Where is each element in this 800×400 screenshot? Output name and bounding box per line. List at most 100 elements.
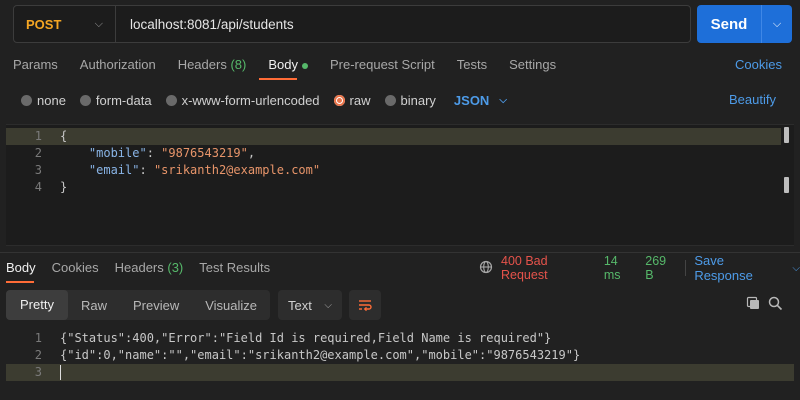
- tab-prerequest-script[interactable]: Pre-request Script: [330, 57, 435, 75]
- code-text: [60, 365, 61, 380]
- code-line: 2 "mobile": "9876543219",: [6, 145, 781, 162]
- scrollbar-thumb[interactable]: [784, 177, 789, 193]
- response-format-select[interactable]: Text ⌵: [278, 290, 342, 320]
- radio-binary-label: binary: [400, 92, 436, 108]
- beautify-link[interactable]: Beautify: [729, 92, 776, 107]
- line-number: 2: [34, 146, 42, 160]
- response-tabs: Body Cookies Headers (3) Test Results: [6, 260, 270, 278]
- code-text: "mobile": "9876543219",: [88, 146, 256, 160]
- json-value: "srikanth2@example.com": [153, 163, 321, 177]
- wrap-icon: [359, 300, 372, 312]
- tab-params[interactable]: Params: [13, 57, 58, 75]
- divider: [685, 260, 687, 276]
- radio-urlencoded[interactable]: x-www-form-urlencoded: [165, 92, 320, 108]
- code-line: 1 {"Status":400,"Error":"Field Id is req…: [6, 330, 781, 347]
- tab-response-headers[interactable]: Headers (3): [115, 260, 184, 278]
- active-tab-indicator: [6, 281, 34, 283]
- tab-response-body[interactable]: Body: [6, 260, 36, 278]
- response-size[interactable]: 269 B: [645, 254, 677, 282]
- json-key: "email": [88, 163, 140, 177]
- radio-circle-icon: [384, 94, 396, 106]
- code-text: }: [60, 180, 68, 194]
- tab-tests[interactable]: Tests: [457, 57, 487, 75]
- send-label: Send: [710, 15, 748, 33]
- format-label: JSON: [453, 92, 490, 108]
- radio-none-label: none: [37, 92, 66, 108]
- view-raw[interactable]: Raw: [68, 298, 120, 313]
- code-text: {: [60, 129, 68, 143]
- body-type-options: none form-data x-www-form-urlencoded raw…: [21, 91, 521, 109]
- save-response-button[interactable]: Save Response: [694, 253, 784, 283]
- request-body-editor[interactable]: 1 { 2 "mobile": "9876543219", 3 "email":…: [6, 124, 794, 246]
- line-number: 2: [34, 348, 42, 362]
- url-bar: POST ⌵: [13, 5, 691, 43]
- line-number: 4: [34, 180, 42, 194]
- code-text: "email": "srikanth2@example.com": [88, 163, 321, 177]
- tab-test-results[interactable]: Test Results: [199, 260, 270, 278]
- line-number: 1: [34, 331, 42, 345]
- active-tab-indicator: [259, 78, 297, 80]
- tab-response-cookies[interactable]: Cookies: [52, 260, 99, 278]
- radio-form-data-label: form-data: [95, 92, 152, 108]
- chevron-down-icon[interactable]: ⌵: [762, 18, 792, 31]
- pane-divider[interactable]: [0, 252, 800, 253]
- cookies-link[interactable]: Cookies: [735, 57, 782, 72]
- radio-circle-icon: [165, 94, 177, 106]
- radio-selected-icon: [333, 94, 345, 106]
- chevron-down-icon: ⌵: [324, 299, 332, 311]
- radio-raw[interactable]: raw: [333, 92, 371, 108]
- tab-body[interactable]: Body: [268, 57, 308, 75]
- search-icon[interactable]: [768, 296, 783, 314]
- json-key: "mobile": [88, 146, 147, 160]
- tab-body-label: Body: [268, 57, 298, 72]
- request-tabs: Params Authorization Headers (8) Body Pr…: [13, 57, 556, 75]
- status-code[interactable]: 400 Bad Request: [501, 254, 596, 282]
- url-input[interactable]: [116, 16, 690, 32]
- code-line: 1 {: [6, 128, 781, 145]
- view-pretty[interactable]: Pretty: [6, 290, 68, 320]
- method-select[interactable]: POST ⌵: [14, 6, 116, 42]
- scrollbar-thumb[interactable]: [784, 127, 789, 143]
- tab-response-headers-label: Headers: [114, 260, 164, 275]
- send-button[interactable]: Send ⌵: [697, 5, 792, 43]
- tab-headers-label: Headers: [177, 57, 227, 72]
- wrap-lines-button[interactable]: [349, 290, 381, 320]
- view-preview[interactable]: Preview: [120, 298, 192, 313]
- radio-circle-icon: [21, 94, 32, 106]
- response-body-viewer[interactable]: 1 {"Status":400,"Error":"Field Id is req…: [6, 330, 794, 390]
- radio-raw-label: raw: [349, 92, 371, 108]
- copy-icon[interactable]: [746, 296, 761, 314]
- globe-icon[interactable]: [479, 260, 493, 277]
- view-mode-group: Pretty Raw Preview Visualize: [6, 290, 270, 320]
- response-format-label: Text: [288, 297, 312, 313]
- modified-dot-icon: [301, 62, 308, 69]
- chevron-down-icon: ⌵: [499, 94, 507, 106]
- response-meta: 400 Bad Request 14 ms 269 B Save Respons…: [479, 253, 800, 283]
- chevron-down-icon: ⌵: [94, 17, 103, 30]
- code-line: 4 }: [6, 179, 781, 196]
- code-text: {"id":0,"name":"","email":"srikanth2@exa…: [60, 348, 581, 362]
- radio-none[interactable]: none: [21, 93, 66, 108]
- radio-binary[interactable]: binary: [384, 92, 436, 108]
- line-number: 1: [34, 129, 42, 143]
- tab-authorization[interactable]: Authorization: [80, 57, 156, 75]
- line-number: 3: [34, 163, 42, 177]
- radio-circle-icon: [79, 94, 91, 106]
- response-time[interactable]: 14 ms: [604, 254, 637, 282]
- code-line: 2 {"id":0,"name":"","email":"srikanth2@e…: [6, 347, 781, 364]
- chevron-down-icon[interactable]: ⌵: [792, 263, 800, 274]
- tab-headers[interactable]: Headers (8): [178, 57, 247, 75]
- json-value: "9876543219": [161, 146, 248, 160]
- radio-urlencoded-label: x-www-form-urlencoded: [181, 92, 320, 108]
- code-text: {"Status":400,"Error":"Field Id is requi…: [60, 331, 552, 345]
- code-line: 3 "email": "srikanth2@example.com": [6, 162, 781, 179]
- format-select[interactable]: JSON ⌵: [450, 93, 507, 108]
- view-visualize[interactable]: Visualize: [192, 298, 270, 313]
- line-number: 3: [34, 365, 42, 379]
- radio-form-data[interactable]: form-data: [79, 92, 152, 108]
- code-line: 3: [6, 364, 794, 381]
- method-label: POST: [26, 16, 62, 32]
- headers-count: (8): [230, 57, 247, 72]
- response-headers-count: (3): [167, 260, 184, 275]
- tab-settings[interactable]: Settings: [509, 57, 556, 75]
